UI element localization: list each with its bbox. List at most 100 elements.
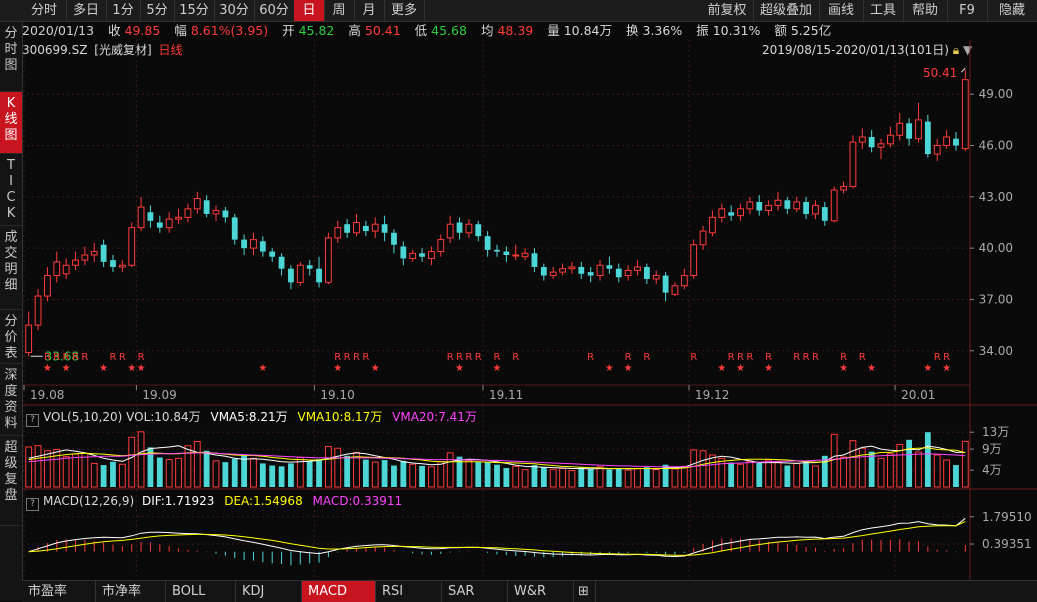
volume-bar [886, 453, 894, 488]
r-marker: R [737, 352, 744, 363]
volume-bar [784, 465, 791, 487]
r-marker: R [72, 352, 79, 363]
candle-body [25, 324, 33, 354]
macd-value: MACD:0.33911 [312, 494, 403, 508]
candle-body [549, 271, 557, 277]
volume-bar [288, 463, 294, 487]
candle-body [680, 275, 688, 287]
candle-body [288, 268, 294, 283]
r-marker: R [803, 352, 810, 363]
indicator-tab-3[interactable]: KDJ [236, 581, 302, 602]
date-tick-label: 19.12 [695, 388, 729, 402]
volume-bar [596, 466, 604, 488]
candle-body [53, 261, 61, 277]
candle-body [353, 222, 360, 234]
chart-canvas: 34.00 37.00 40.00 43.00 46.00 49.00 19.08 19.09… [22, 40, 1037, 585]
star-marker: ★ [99, 363, 108, 374]
candle-body [306, 265, 313, 269]
volume-bar [494, 464, 500, 487]
candle-body [793, 201, 801, 210]
star-marker: ★ [43, 363, 52, 374]
candle-body [933, 145, 941, 155]
volume-bar [906, 439, 913, 487]
indicator-tab-7[interactable]: W&R [508, 581, 574, 602]
star-marker: ★ [867, 363, 876, 374]
volume-bar [241, 455, 248, 487]
candle-body [325, 237, 332, 283]
volume-bar [643, 467, 650, 487]
add-indicator-icon[interactable]: ⊞ [574, 581, 596, 602]
candle-body [437, 239, 445, 253]
star-marker: ★ [923, 363, 932, 374]
candle-body [821, 207, 828, 221]
indicator-tab-4[interactable]: MACD [302, 581, 376, 602]
volume-bar [316, 459, 322, 487]
date-tick-label: 19.10 [320, 388, 354, 402]
volume-bar [62, 456, 70, 488]
help-icon[interactable]: ? [26, 414, 39, 427]
volume-bar [915, 451, 922, 488]
indicator-tab-2[interactable]: BOLL [166, 581, 236, 602]
candle-body [503, 251, 510, 255]
volume-bar [222, 462, 229, 487]
candle-body [877, 143, 885, 148]
volume-bar [25, 446, 33, 488]
volume-bar [624, 469, 632, 488]
volume-bar [175, 457, 182, 488]
volume-bar [840, 456, 847, 488]
candle-body [484, 236, 491, 250]
candle-body [624, 269, 632, 277]
candle-body [849, 141, 857, 188]
indicator-tab-6[interactable]: SAR [442, 581, 508, 602]
volume-bar [90, 462, 98, 488]
r-marker: R [110, 352, 117, 363]
volume-bar [699, 450, 707, 488]
candle-body [961, 79, 969, 150]
candle-body [241, 239, 248, 249]
candle-body [456, 222, 463, 233]
volume-bar [400, 460, 407, 487]
indicator-tab-0[interactable]: 市盈率 [22, 581, 96, 602]
candle-body [737, 208, 744, 217]
r-marker: R [934, 352, 941, 363]
candle-body [559, 268, 566, 273]
volume-bar [849, 440, 857, 488]
candle-body [728, 212, 735, 216]
volume-bar [391, 465, 397, 487]
candle-body [475, 224, 482, 237]
r-marker: R [587, 352, 594, 363]
volume-bar [203, 450, 210, 487]
candle-body [344, 224, 351, 233]
candle-body [634, 266, 641, 271]
r-marker: R [943, 352, 950, 363]
volume-bar [953, 465, 959, 487]
volume-bar [325, 446, 332, 488]
volume-bar [606, 469, 613, 487]
candle-body [381, 224, 388, 233]
r-marker: R [44, 352, 51, 363]
volume-bar [334, 447, 342, 488]
candle-body [896, 122, 904, 136]
indicator-tab-5[interactable]: RSI [376, 581, 442, 602]
price-tick-label: 46.00 [979, 139, 1013, 153]
volume-bar [100, 465, 107, 487]
vma5-value: VMA5:8.21万 [210, 410, 288, 424]
volume-tick-label: 4万 [982, 463, 1002, 477]
candle-body [419, 253, 425, 257]
volume-bar [568, 470, 576, 488]
help-icon[interactable]: ? [26, 498, 39, 511]
macd-title: MACD(12,26,9) [43, 494, 135, 508]
candle-body [147, 212, 154, 221]
indicator-tab-1[interactable]: 市净率 [96, 581, 166, 602]
candle-body [765, 204, 773, 212]
r-marker: R [447, 352, 454, 363]
r-marker: R [512, 352, 519, 363]
star-marker: ★ [371, 363, 380, 374]
volume-bar [634, 468, 641, 488]
volume-bar [184, 445, 192, 488]
r-marker: R [465, 352, 472, 363]
candle-body [615, 268, 622, 278]
candle-body [100, 244, 107, 262]
volume-bar [344, 455, 351, 487]
r-marker: R [456, 352, 463, 363]
